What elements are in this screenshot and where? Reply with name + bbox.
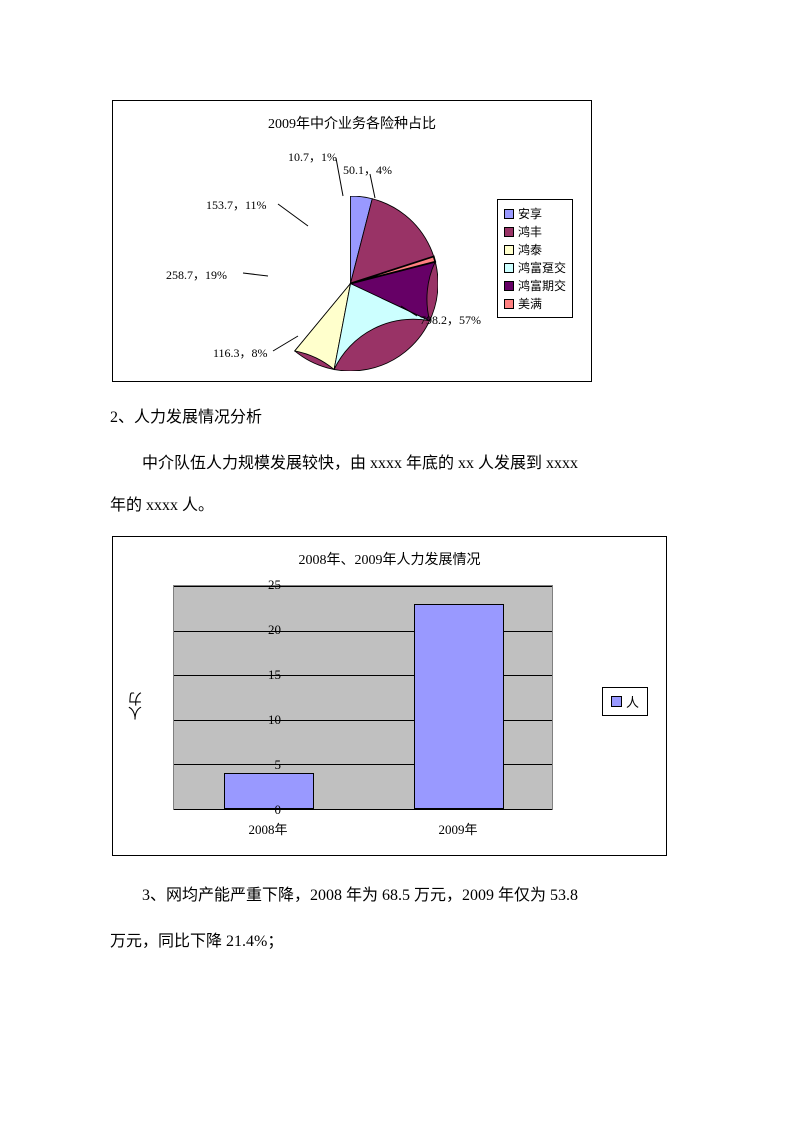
legend-item-hongfuqijiao: 鸿富期交: [504, 277, 566, 294]
pie-label-hongtai: 116.3，8%: [213, 344, 268, 361]
bar-chart-container: 2008年、2009年人力发展情况 0 5 10 15 20 25 2008年 …: [112, 536, 667, 856]
ytick-10: 10: [268, 712, 281, 728]
bar-2008: [224, 773, 314, 809]
ytick-5: 5: [275, 757, 282, 773]
pie-label-hongfudunjiao: 258.7，19%: [166, 266, 227, 283]
ytick-15: 15: [268, 667, 281, 683]
ytick-25: 25: [268, 577, 281, 593]
paragraph-3: 3、网均产能严重下降，2008 年为 68.5 万元，2009 年仅为 53.8: [110, 876, 684, 916]
bar-y-axis-title: 人力: [127, 692, 147, 720]
bar-plot-area: [173, 585, 553, 810]
pie-chart-plot: [263, 196, 438, 376]
section-heading-2: 2、人力发展情况分析: [110, 402, 684, 434]
bar-chart-title: 2008年、2009年人力发展情况: [113, 537, 666, 569]
pie-chart-title: 2009年中介业务各险种占比: [113, 101, 591, 133]
pie-label-hongfeng: 798.2，57%: [420, 311, 481, 328]
legend-item-meiman: 美满: [504, 295, 566, 312]
pie-svg: [263, 196, 438, 371]
bar-legend-swatch: [611, 696, 622, 707]
legend-item-hongtai: 鸿泰: [504, 241, 566, 258]
bar-2009: [414, 604, 504, 809]
ytick-0: 0: [275, 802, 282, 818]
paragraph-1: 中介队伍人力规模发展较快，由 xxxx 年底的 xx 人发展到 xxxx: [110, 444, 684, 484]
pie-label-anxiang: 50.1，4%: [343, 161, 392, 178]
bar-legend: 人: [602, 687, 648, 716]
legend-item-hongfudunjiao: 鸿富趸交: [504, 259, 566, 276]
bar-legend-label: 人: [626, 692, 639, 711]
pie-legend: 安享 鸿丰 鸿泰 鸿富趸交 鸿富期交 美满: [497, 199, 573, 318]
legend-item-anxiang: 安享: [504, 205, 566, 222]
pie-label-meiman: 10.7，1%: [288, 148, 337, 165]
paragraph-4: 万元，同比下降 21.4%；: [110, 922, 684, 962]
xtick-2008: 2008年: [248, 819, 287, 838]
paragraph-2: 年的 xxxx 人。: [110, 486, 684, 526]
legend-item-hongfeng: 鸿丰: [504, 223, 566, 240]
pie-label-hongfuqijiao: 153.7，11%: [206, 196, 267, 213]
ytick-20: 20: [268, 622, 281, 638]
pie-chart-container: 2009年中介业务各险种占比 50.1，4% 798.2，57% 116.3，8…: [112, 100, 592, 382]
xtick-2009: 2009年: [438, 819, 477, 838]
